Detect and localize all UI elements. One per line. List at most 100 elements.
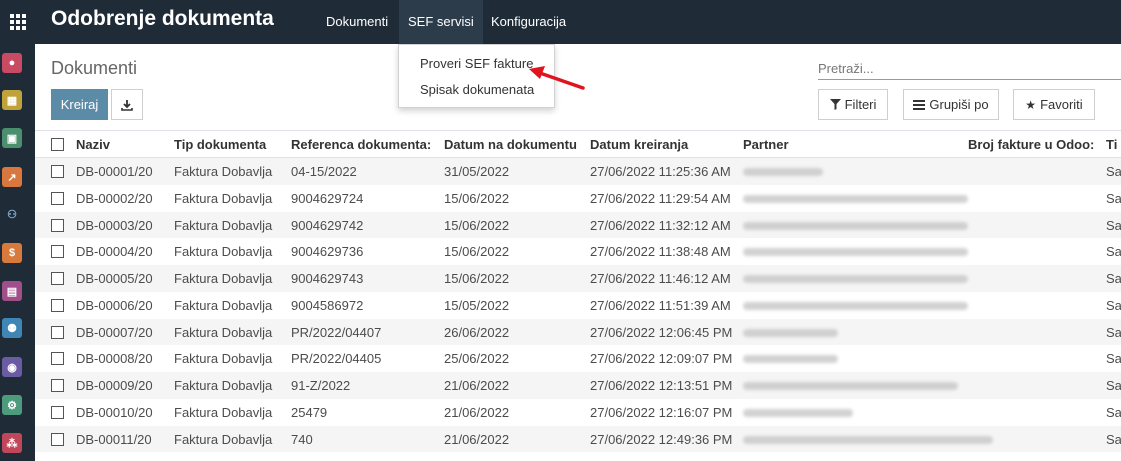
partner-redacted [743,248,968,257]
row-checkbox[interactable] [51,298,64,312]
partner-redacted [743,328,838,337]
table-row[interactable]: DB-00001/20 Faktura Dobavlja 04-15/2022 31/… [35,158,1121,185]
cell-tip: Sa [1106,324,1121,340]
list-icon [913,99,926,110]
row-checkbox[interactable] [51,272,64,285]
cell-datum-dokumenta: 15/05/2022 [444,297,510,313]
search-input[interactable] [818,58,1121,80]
table-row[interactable]: DB-00009/20 Faktura Dobavlja 91-Z/2022 21/0… [35,372,1121,399]
cell-datum-kreiranja: 27/06/2022 11:46:12 AM [590,271,731,286]
cell-referenca: 04-15/2022 [291,164,357,179]
groupby-button[interactable]: Grupiši po [903,89,999,120]
col-datum-dokumenta[interactable]: Datum na dokumentu [444,137,582,152]
cell-naziv: DB-00001/20 [76,164,153,179]
cell-referenca: PR/2022/04405 [291,351,382,367]
cell-datum-kreiranja: 27/06/2022 12:09:07 PM [590,351,733,367]
cell-naziv: DB-00006/20 [76,297,153,313]
menu-konfiguracija[interactable]: Konfiguracija [491,0,566,44]
groupby-label: Grupiši po [929,97,989,112]
cell-tip: Sa [1106,404,1121,420]
cell-tip-dokumenta: Faktura Dobavlja [174,378,273,393]
calendar-icon[interactable]: ▦ [2,90,22,110]
table-row[interactable]: DB-00007/20 Faktura Dobavlja PR/2022/04407… [35,318,1121,346]
download-button[interactable] [111,89,143,120]
cell-datum-dokumenta: 15/06/2022 [444,190,510,206]
row-checkbox[interactable] [51,379,64,392]
documents-table: Naziv Tip dokumenta Referenca dokumenta:… [35,130,1121,461]
partner-redacted [743,194,968,203]
cell-tip: Sa [1106,190,1121,206]
row-checkbox[interactable] [51,191,64,205]
cell-datum-dokumenta: 26/06/2022 [444,324,510,340]
cell-referenca: 25479 [291,404,328,420]
cell-referenca: 9004629724 [291,190,364,206]
col-tip-dokumenta[interactable]: Tip dokumenta [174,137,284,152]
cell-datum-dokumenta: 21/06/2022 [444,378,510,393]
table-row[interactable]: DB-00008/20 Faktura Dobavlja PR/2022/04405… [35,345,1121,372]
col-broj-fakture[interactable]: Broj fakture u Odoo: [968,137,1098,152]
chart-icon[interactable]: ↗ [2,167,22,187]
filters-label: Filteri [844,97,877,112]
col-referenca[interactable]: Referenca dokumenta: [291,137,436,152]
cell-tip-dokumenta: Faktura Dobavlja [174,431,273,447]
row-checkbox[interactable] [51,405,64,419]
cell-tip: Sa [1106,378,1121,393]
cell-datum-kreiranja: 27/06/2022 12:16:07 PM [590,404,733,420]
row-checkbox[interactable] [51,325,64,339]
col-naziv[interactable]: Naziv [76,137,164,152]
col-tip[interactable]: Ti [1106,137,1121,152]
cell-datum-kreiranja: 27/06/2022 11:38:48 AM [590,244,731,260]
cell-tip-dokumenta: Faktura Dobavlja [174,271,273,286]
select-all-checkbox[interactable] [51,138,64,151]
row-checkbox[interactable] [51,432,64,446]
menu-item-spisak-dokumenata[interactable]: Spisak dokumenata [420,82,534,97]
table-header: Naziv Tip dokumenta Referenca dokumenta:… [35,131,1121,158]
col-datum-kreiranja[interactable]: Datum kreiranja [590,137,730,152]
cell-datum-dokumenta: 25/06/2022 [444,351,510,367]
row-checkbox[interactable] [51,218,64,232]
table-row[interactable]: DB-00003/20 Faktura Dobavlja 9004629742 15/… [35,211,1121,239]
app-window: ● ▦ ▣ ↗ ⚇ $ ▤ ⚉ ◉ ⚙ ⁂ Odobrenje dokument… [0,0,1121,461]
cell-tip-dokumenta: Faktura Dobavlja [174,324,273,340]
cell-tip: Sa [1106,297,1121,313]
settings-user-icon[interactable]: ⚙ [2,395,22,415]
search-person-icon[interactable]: ◉ [2,357,22,377]
menu-dokumenti[interactable]: Dokumenti [326,0,388,44]
cell-naziv: DB-00010/20 [76,404,153,420]
app-sidebar: ● ▦ ▣ ↗ ⚇ $ ▤ ⚉ ◉ ⚙ ⁂ [0,0,35,461]
table-row[interactable]: DB-00004/20 Faktura Dobavlja 9004629736 15/… [35,238,1121,265]
row-checkbox[interactable] [51,245,64,259]
invoice-icon[interactable]: $ [2,243,22,263]
col-partner[interactable]: Partner [743,137,943,152]
filters-button[interactable]: Filteri [818,89,888,120]
favorites-button[interactable]: ★ Favoriti [1013,89,1095,120]
partner-redacted [743,221,968,230]
annotation-arrow [529,66,585,90]
cell-datum-dokumenta: 21/06/2022 [444,404,510,420]
people-icon[interactable]: ⚇ [2,204,22,224]
row-checkbox[interactable] [51,352,64,366]
row-checkbox[interactable] [51,165,64,178]
cell-tip: Sa [1106,244,1121,260]
team-icon[interactable]: ⚉ [2,318,22,338]
cell-datum-kreiranja: 27/06/2022 12:13:51 PM [590,378,733,393]
contacts-icon[interactable]: ▣ [2,128,22,148]
table-row[interactable]: DB-00010/20 Faktura Dobavlja 25479 21/06/20… [35,399,1121,426]
menu-sef-servisi[interactable]: SEF servisi [399,0,483,44]
cell-referenca: 9004629736 [291,244,364,260]
table-row[interactable]: DB-00005/20 Faktura Dobavlja 9004629743 15/… [35,265,1121,292]
cell-tip: Sa [1106,271,1121,286]
apps-menu-icon[interactable] [0,0,35,44]
menu-item-proveri-sef-fakture[interactable]: Proveri SEF fakture [420,56,533,71]
chat-icon[interactable]: ● [2,53,22,73]
cell-datum-kreiranja: 27/06/2022 12:49:36 PM [590,431,733,447]
table-row[interactable]: DB-00002/20 Faktura Dobavlja 9004629724 15/… [35,185,1121,212]
network-icon[interactable]: ⁂ [2,433,22,453]
user-card-icon[interactable]: ▤ [2,281,22,301]
cell-datum-dokumenta: 31/05/2022 [444,164,510,179]
table-row[interactable]: DB-00011/20 Faktura Dobavlja 740 21/06/2022… [35,425,1121,453]
table-row[interactable]: DB-00006/20 Faktura Dobavlja 9004586972 15/… [35,292,1121,319]
cell-datum-kreiranja: 27/06/2022 11:25:36 AM [590,164,731,179]
cell-naziv: DB-00007/20 [76,324,153,340]
create-button[interactable]: Kreiraj [51,89,108,120]
